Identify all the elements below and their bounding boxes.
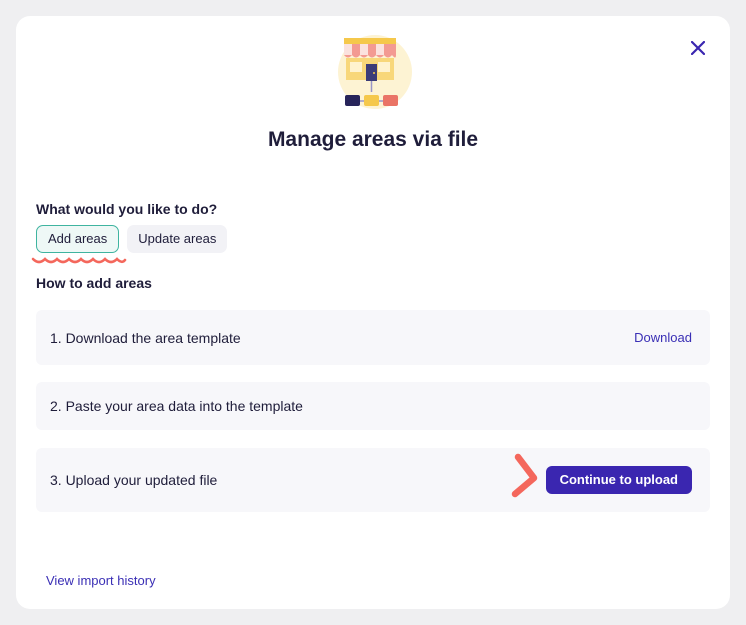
squiggle-underline <box>31 257 127 264</box>
close-button[interactable] <box>688 38 708 58</box>
instructions-heading: How to add areas <box>36 275 152 291</box>
download-link[interactable]: Download <box>634 330 692 345</box>
update-areas-toggle[interactable]: Update areas <box>127 225 228 253</box>
step-label: 2. Paste your area data into the templat… <box>50 398 303 414</box>
step-label: 1. Download the area template <box>50 329 241 346</box>
step-download: 1. Download the area template Download <box>36 310 710 365</box>
add-areas-toggle[interactable]: Add areas <box>36 225 120 253</box>
action-toggle-group: Add areas Update areas <box>36 225 228 253</box>
action-question: What would you like to do? <box>36 201 218 217</box>
continue-to-upload-button[interactable]: Continue to upload <box>545 466 692 494</box>
modal-title: Manage areas via file <box>267 128 479 151</box>
chevron-pointer-icon <box>511 453 538 498</box>
close-icon <box>691 41 705 55</box>
step-upload: 3. Upload your updated file Continue to … <box>36 448 710 512</box>
view-import-history-link[interactable]: View import history <box>46 573 156 588</box>
step-label: 3. Upload your updated file <box>50 472 218 488</box>
manage-areas-modal: Manage areas via file What would you lik… <box>16 16 730 609</box>
storefront-illustration <box>338 35 412 109</box>
step-paste: 2. Paste your area data into the templat… <box>36 382 710 430</box>
